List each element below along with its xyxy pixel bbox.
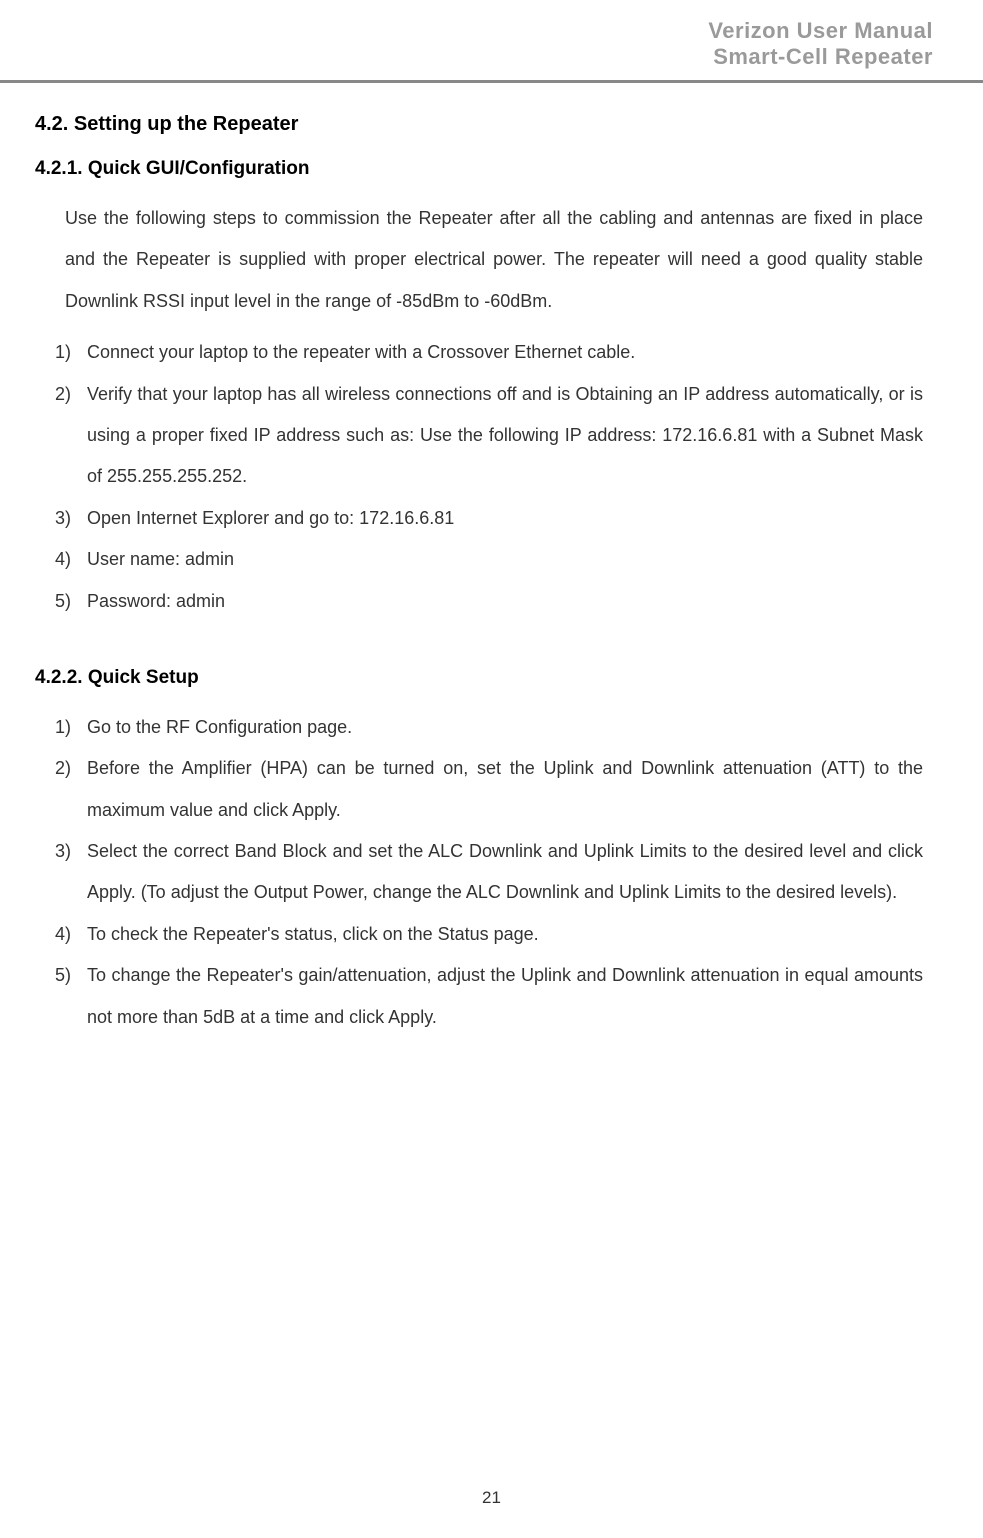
list-item: 5) To change the Repeater's gain/attenua… <box>55 955 923 1038</box>
header-title-line2: Smart-Cell Repeater <box>50 44 933 70</box>
list-number: 4) <box>55 539 87 580</box>
list-item: 4) To check the Repeater's status, click… <box>55 914 923 955</box>
list-number: 5) <box>55 581 87 622</box>
quick-setup-section: 4.2.2. Quick Setup 1) Go to the RF Confi… <box>45 667 923 1038</box>
list-number: 3) <box>55 831 87 914</box>
subsection-quick-setup-heading: 4.2.2. Quick Setup <box>35 667 923 689</box>
list-text: User name: admin <box>87 539 923 580</box>
list-number: 1) <box>55 332 87 373</box>
list-number: 4) <box>55 914 87 955</box>
list-item: 4) User name: admin <box>55 539 923 580</box>
list-number: 2) <box>55 748 87 831</box>
list-text: Open Internet Explorer and go to: 172.16… <box>87 498 923 539</box>
list-text: To change the Repeater's gain/attenuatio… <box>87 955 923 1038</box>
list-text: Select the correct Band Block and set th… <box>87 831 923 914</box>
list-item: 3) Open Internet Explorer and go to: 172… <box>55 498 923 539</box>
page-header: Verizon User Manual Smart-Cell Repeater <box>0 0 983 83</box>
list-text: Password: admin <box>87 581 923 622</box>
page-footer: 21 <box>0 1488 983 1508</box>
list-item: 5) Password: admin <box>55 581 923 622</box>
list-text: Verify that your laptop has all wireless… <box>87 374 923 498</box>
list-number: 2) <box>55 374 87 498</box>
list-item: 2) Verify that your laptop has all wirel… <box>55 374 923 498</box>
header-title-line1: Verizon User Manual <box>50 18 933 44</box>
list-number: 1) <box>55 707 87 748</box>
page-number: 21 <box>482 1488 501 1507</box>
subsection-quick-gui-heading: 4.2.1. Quick GUI/Configuration <box>35 158 923 180</box>
list-text: Connect your laptop to the repeater with… <box>87 332 923 373</box>
list-text: Go to the RF Configuration page. <box>87 707 923 748</box>
list-item: 3) Select the correct Band Block and set… <box>55 831 923 914</box>
list-number: 5) <box>55 955 87 1038</box>
list-text: To check the Repeater's status, click on… <box>87 914 923 955</box>
section-heading: 4.2. Setting up the Repeater <box>35 113 923 136</box>
list-item: 2) Before the Amplifier (HPA) can be tur… <box>55 748 923 831</box>
list-item: 1) Go to the RF Configuration page. <box>55 707 923 748</box>
page-content: 4.2. Setting up the Repeater 4.2.1. Quic… <box>0 113 983 1038</box>
intro-paragraph: Use the following steps to commission th… <box>65 198 923 322</box>
list-item: 1) Connect your laptop to the repeater w… <box>55 332 923 373</box>
list-number: 3) <box>55 498 87 539</box>
list-text: Before the Amplifier (HPA) can be turned… <box>87 748 923 831</box>
